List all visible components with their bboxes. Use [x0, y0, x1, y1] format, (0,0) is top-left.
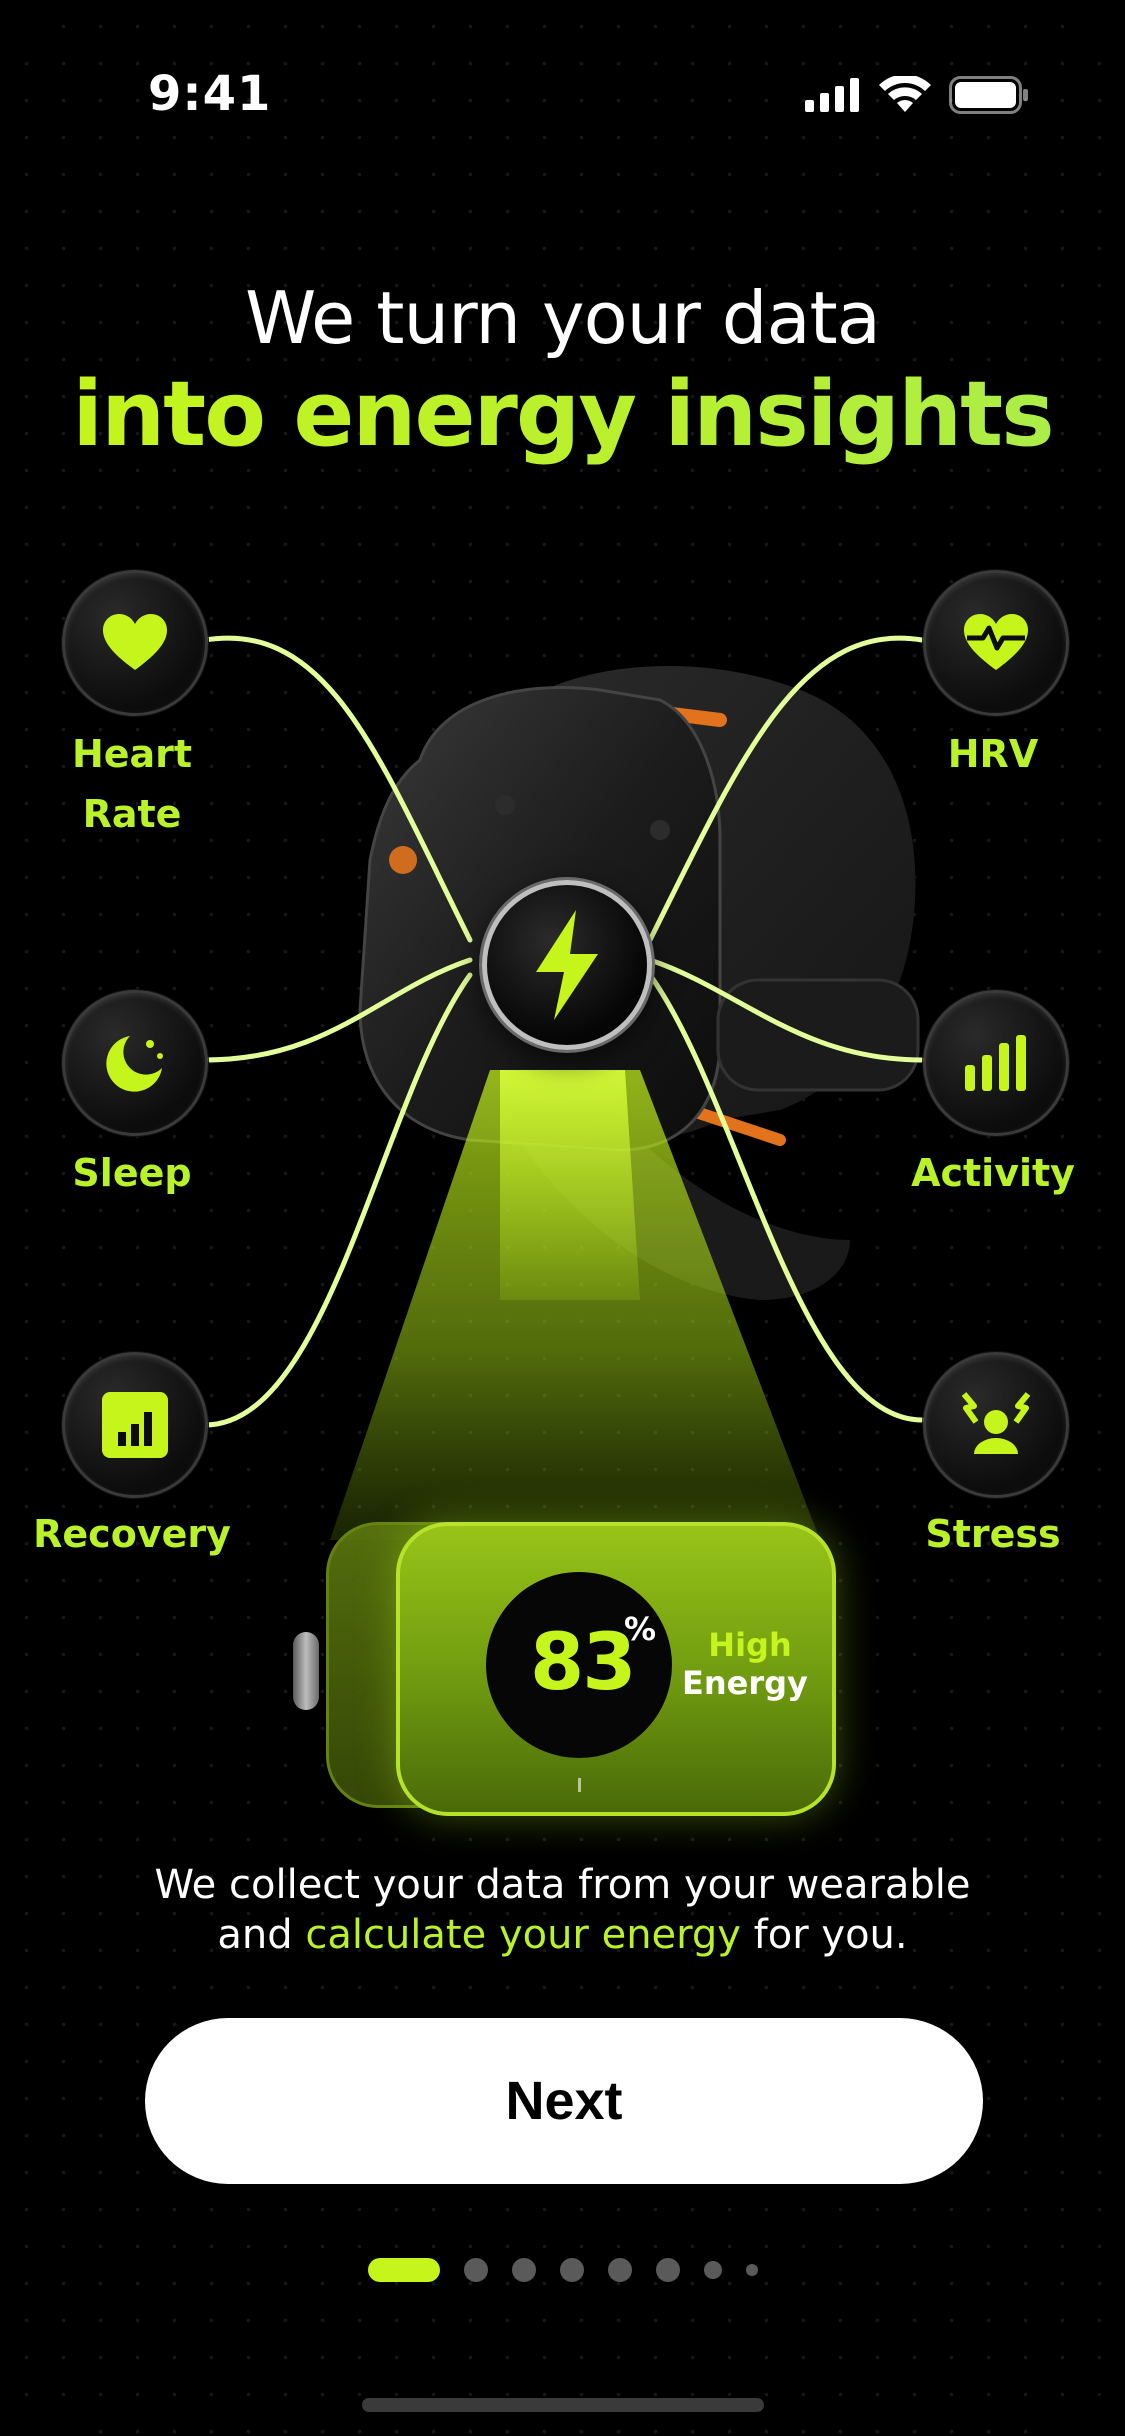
- headline-line2: into energy insights: [0, 362, 1125, 467]
- wifi-icon: [879, 76, 931, 112]
- page-dot-7[interactable]: [703, 2261, 722, 2279]
- description-highlight: calculate your energy: [305, 1912, 741, 1958]
- status-icons: [805, 76, 1029, 114]
- battery-icon: [949, 76, 1028, 114]
- energy-value: 83: [530, 1618, 637, 1708]
- status-bar: 9:41: [0, 0, 1125, 190]
- heart-pulse-icon: [964, 614, 1028, 670]
- heart-rate-label: Heart Rate: [71, 732, 193, 836]
- stress-label: Stress: [925, 1512, 1061, 1556]
- home-indicator[interactable]: [362, 2398, 764, 2412]
- onboarding-screen: 9:41 We turn your data into energy insig…: [0, 0, 1125, 2436]
- moon-icon: [106, 1036, 163, 1092]
- recovery-label: Recovery: [33, 1512, 231, 1556]
- activity-node[interactable]: [923, 990, 1069, 1136]
- status-time: 9:41: [148, 66, 272, 122]
- hrv-label: HRV: [947, 732, 1039, 776]
- headline-line1: We turn your data: [245, 276, 881, 360]
- energy-card-tick: [578, 1778, 581, 1792]
- heart-icon: [103, 614, 167, 670]
- recovery-node[interactable]: [62, 1352, 208, 1498]
- page-dot-2[interactable]: [463, 2258, 488, 2282]
- energy-level-label-1: High: [708, 1626, 792, 1664]
- bar-chart-icon: [102, 1392, 168, 1458]
- stress-icon: [961, 1392, 1031, 1454]
- description-line1: We collect your data from your wearable: [154, 1862, 971, 1908]
- stress-node[interactable]: [923, 1352, 1069, 1498]
- page-dot-5[interactable]: [607, 2258, 632, 2282]
- lightning-icon: [536, 910, 598, 1020]
- description: We collect your data from your wearable …: [0, 1860, 1125, 1960]
- next-button[interactable]: Next: [145, 2018, 983, 2184]
- description-line2: and calculate your energy for you.: [217, 1912, 908, 1958]
- energy-hub: [482, 880, 652, 1050]
- activity-label: Activity: [911, 1151, 1075, 1195]
- energy-card-knob: [293, 1632, 319, 1710]
- signal-icon: [805, 78, 859, 112]
- activity-bars-icon: [965, 1035, 1026, 1091]
- hrv-node[interactable]: [923, 570, 1069, 716]
- page-indicator: [0, 2258, 1125, 2282]
- page-dot-1[interactable]: [367, 2258, 440, 2282]
- page-dot-8[interactable]: [745, 2264, 758, 2276]
- heart-rate-node[interactable]: [62, 570, 208, 716]
- sleep-label: Sleep: [72, 1151, 192, 1195]
- page-dot-4[interactable]: [559, 2258, 584, 2282]
- energy-level-label-2: Energy: [682, 1664, 808, 1702]
- sleep-node[interactable]: [62, 990, 208, 1136]
- page-dot-3[interactable]: [511, 2258, 536, 2282]
- page-dot-6[interactable]: [655, 2258, 680, 2282]
- energy-unit: %: [624, 1610, 657, 1648]
